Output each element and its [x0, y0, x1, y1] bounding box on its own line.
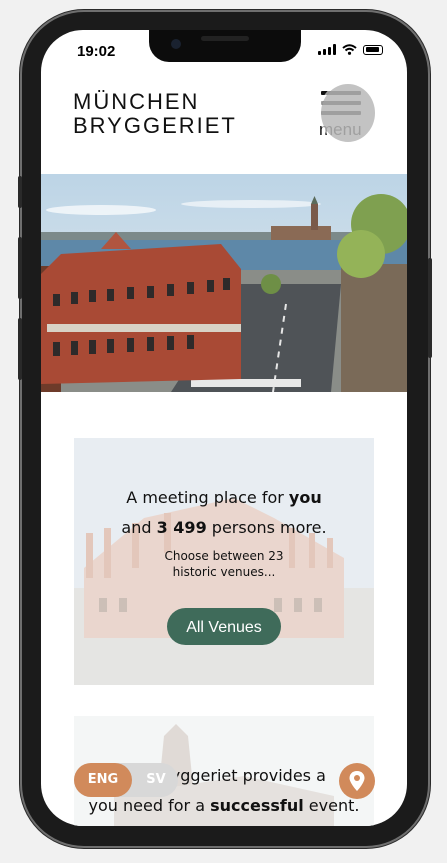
phone-side-button: [18, 176, 22, 208]
notch: [149, 30, 301, 62]
wifi-icon: [342, 44, 357, 55]
battery-icon: [363, 44, 383, 55]
touch-indicator: [321, 84, 375, 142]
language-eng-button[interactable]: ENG: [74, 763, 132, 797]
language-toggle[interactable]: ENG SV: [74, 763, 178, 797]
brand-logo[interactable]: MÜNCHEN BRYGGERIET: [73, 90, 237, 138]
phone-side-button: [18, 318, 22, 380]
logo-line1: MÜNCHEN: [73, 89, 200, 114]
signal-icon: [318, 44, 336, 55]
venue-subtext-line1: Choose between 23: [164, 549, 284, 563]
venues-card: A meeting place for you and 3 499 person…: [74, 438, 374, 685]
status-icons: [318, 44, 383, 55]
language-sv-button[interactable]: SV: [136, 763, 176, 797]
venue-headline-line2: and 3 499 persons more.: [121, 518, 327, 537]
menu-button[interactable]: menu: [319, 84, 383, 144]
location-pin-icon: [349, 771, 365, 791]
about-line2: you need for a successful event.: [88, 796, 360, 815]
status-time: 19:02: [77, 43, 116, 60]
phone-screen: 19:02 MÜNCHEN BRYGGERIET menu: [41, 30, 407, 826]
venue-headline-line1: A meeting place for you: [126, 488, 322, 507]
camera-icon: [171, 39, 181, 49]
location-button[interactable]: [339, 763, 375, 799]
phone-side-button: [18, 237, 22, 299]
all-venues-button[interactable]: All Venues: [167, 608, 281, 645]
hero-image: [41, 174, 407, 392]
phone-side-button: [428, 258, 432, 358]
venue-subtext-line2: historic venues...: [172, 565, 276, 579]
logo-line2: BRYGGERIET: [73, 113, 237, 138]
speaker-grille: [201, 36, 249, 41]
